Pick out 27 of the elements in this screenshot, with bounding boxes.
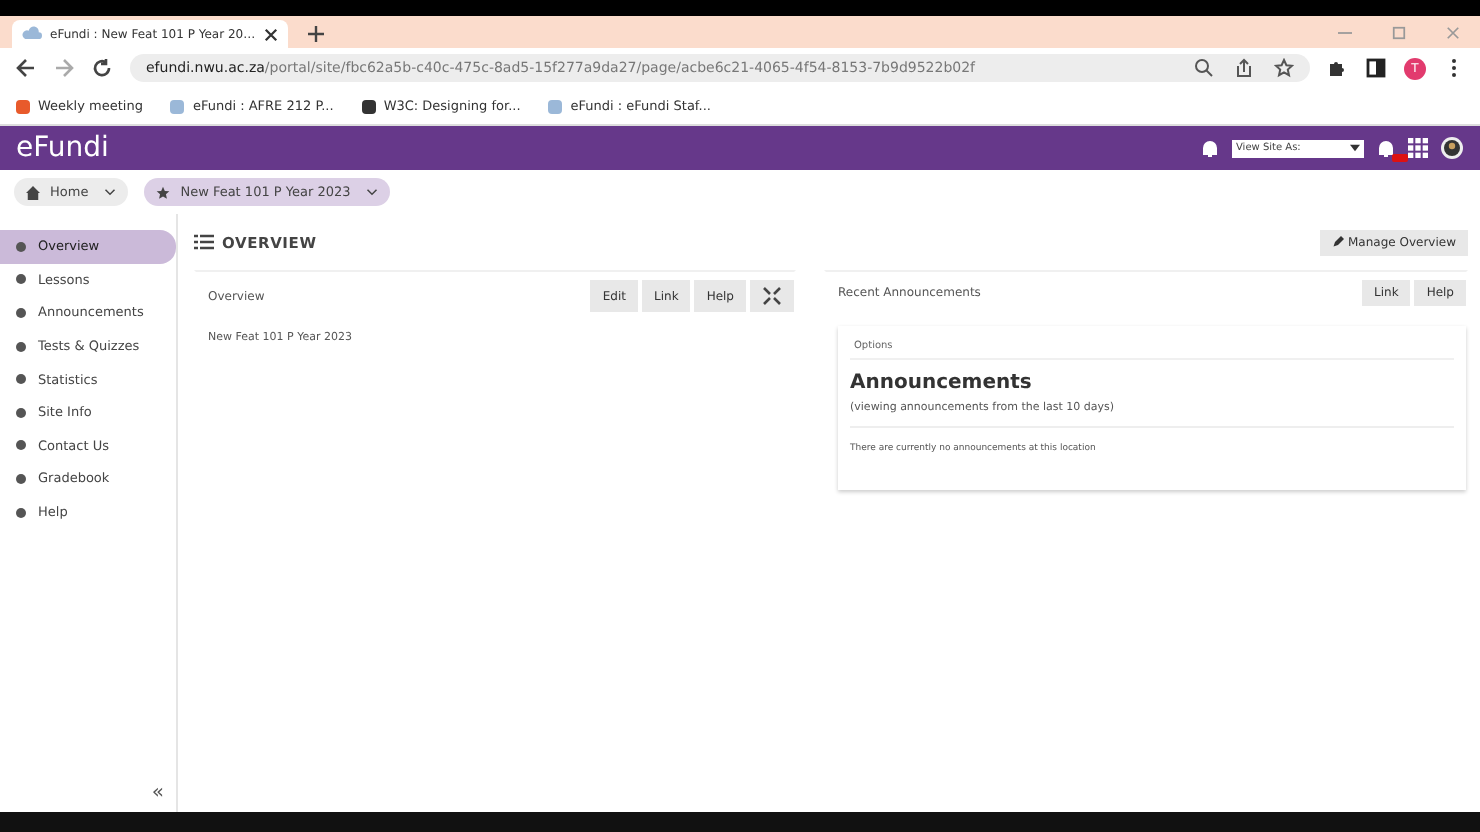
chevron-icon bbox=[104, 188, 117, 196]
user-avatar-icon[interactable] bbox=[1440, 136, 1464, 160]
chevron-icon bbox=[366, 188, 379, 196]
expand-icon bbox=[762, 286, 782, 306]
reload-icon[interactable] bbox=[92, 58, 112, 78]
collapse-button[interactable]: « bbox=[151, 782, 164, 804]
home-icon bbox=[26, 185, 40, 199]
notification-badge bbox=[1392, 154, 1408, 162]
pencil-icon bbox=[1332, 236, 1344, 248]
share-icon[interactable] bbox=[1234, 58, 1254, 78]
efundi-logo[interactable]: eFundi bbox=[16, 132, 109, 164]
announcements-heading: Announcements bbox=[850, 372, 1034, 394]
close-icon[interactable] bbox=[264, 27, 278, 41]
zoom-icon[interactable] bbox=[1194, 58, 1214, 78]
list-icon bbox=[194, 232, 214, 252]
puzzle-icon[interactable] bbox=[1328, 58, 1348, 78]
bell-icon[interactable] bbox=[1200, 138, 1220, 158]
grid-icon[interactable] bbox=[1408, 138, 1428, 158]
star-icon[interactable] bbox=[1274, 58, 1294, 78]
expand-button[interactable] bbox=[750, 280, 794, 312]
new-tab-icon[interactable] bbox=[308, 26, 324, 42]
side-panel-icon[interactable] bbox=[1366, 58, 1386, 78]
back-icon[interactable] bbox=[16, 58, 36, 78]
star-icon bbox=[156, 185, 171, 199]
caret-icon bbox=[1350, 144, 1360, 152]
bell-icon[interactable] bbox=[1376, 138, 1396, 158]
cloud-icon bbox=[22, 24, 42, 44]
